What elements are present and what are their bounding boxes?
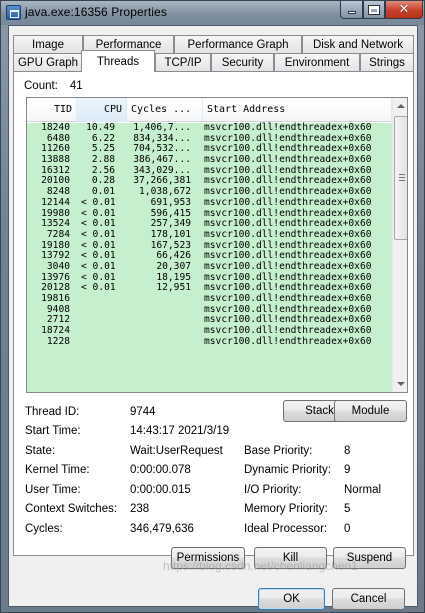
minimize-icon — [347, 11, 356, 14]
kernel-time-value: 0:00:00.078 — [130, 464, 191, 476]
tab-tcpip[interactable]: TCP/IP — [155, 53, 211, 71]
cycles-value: 346,479,636 — [130, 523, 194, 535]
thread-count: Count: 41 — [24, 80, 83, 92]
tab-disk-and-network[interactable]: Disk and Network — [302, 35, 414, 53]
ok-button[interactable]: OK — [258, 588, 325, 610]
scroll-down-button[interactable] — [393, 376, 407, 392]
threads-listview[interactable]: TID CPU Cycles ... Start Address 18240 10… — [26, 97, 408, 393]
memory-priority-value: 5 — [344, 503, 351, 515]
state-label: State: — [25, 445, 56, 457]
close-button[interactable]: ✕ — [385, 1, 423, 19]
start-time-label: Start Time: — [25, 425, 81, 437]
table-row[interactable]: 12144 < 0.01 691,953 msvcr100.dll!endthread… — [27, 196, 392, 209]
tid-cell: 12144 — [41, 196, 70, 208]
start-address-cell: msvcr100.dll!endthreadex+0x60 — [204, 228, 372, 240]
base-priority-label: Base Priority: — [244, 445, 313, 457]
tid-cell: 7284 — [46, 228, 70, 240]
base-priority-value: 8 — [344, 445, 351, 457]
cycles-cell: 178,101 — [150, 228, 191, 240]
column-header-tid[interactable]: TID — [27, 98, 77, 122]
cpu-cell: < 0.01 — [81, 282, 116, 294]
listview-rows: 18240 10.49 1,406,7... msvcr100.dll!endthre… — [27, 122, 392, 392]
start-time-value: 14:43:17 2021/3/19 — [130, 425, 230, 437]
count-value: 41 — [69, 80, 83, 92]
minimize-button[interactable] — [340, 1, 363, 19]
thumb-grip-icon — [399, 174, 405, 175]
user-time-value: 0:00:00.015 — [130, 484, 191, 496]
table-row[interactable]: 7284 < 0.01 178,101 msvcr100.dll!endthreade… — [27, 228, 392, 241]
tab-image[interactable]: Image — [13, 35, 83, 53]
column-header-cpu[interactable]: CPU — [77, 98, 127, 122]
window-app-icon — [6, 5, 21, 20]
tab-performance-graph[interactable]: Performance Graph — [174, 35, 302, 53]
tab-security[interactable]: Security — [211, 53, 274, 71]
maximize-icon — [368, 4, 380, 15]
io-priority-value: Normal — [344, 484, 382, 496]
column-header-cycles[interactable]: Cycles ... — [127, 98, 203, 122]
cpu-cell: < 0.01 — [81, 196, 116, 208]
window-title: java.exe:16356 Properties — [25, 5, 167, 19]
start-address-cell: msvcr100.dll!endthreadex+0x60 — [204, 196, 372, 208]
cycles-cell: 691,953 — [150, 196, 191, 208]
scroll-down-icon — [397, 382, 405, 386]
scroll-up-button[interactable] — [393, 98, 407, 114]
io-priority-label: I/O Priority: — [244, 484, 302, 496]
ideal-processor-value: 0 — [344, 523, 351, 535]
title-bar[interactable]: java.exe:16356 Properties ✕ — [1, 1, 424, 25]
kernel-time-label: Kernel Time: — [25, 464, 90, 476]
threads-tab-panel: Count: 41 TID CPU Cycles ... Start Addres… — [13, 71, 414, 556]
tid-cell: 1228 — [46, 335, 70, 347]
cancel-button[interactable]: Cancel — [332, 588, 405, 610]
module-button[interactable]: Module — [334, 400, 407, 422]
vertical-scrollbar[interactable] — [392, 98, 407, 392]
thumb-grip-line — [399, 180, 405, 181]
scroll-up-icon — [397, 104, 405, 108]
memory-priority-label: Memory Priority: — [244, 503, 328, 515]
thumb-grip-line — [399, 177, 405, 178]
column-header-cpu-label: CPU — [103, 104, 122, 115]
table-row[interactable]: 1228 msvcr100.dll!endthreadex+0x60 — [27, 335, 392, 348]
dynamic-priority-value: 9 — [344, 464, 351, 476]
tab-environment[interactable]: Environment — [274, 53, 360, 71]
tab-threads[interactable]: Threads — [81, 50, 155, 72]
cycles-label: Cycles: — [25, 523, 63, 535]
tab-gpu-graph[interactable]: GPU Graph — [13, 53, 83, 71]
scroll-thumb[interactable] — [394, 116, 407, 240]
dynamic-priority-label: Dynamic Priority: — [244, 464, 331, 476]
close-icon: ✕ — [398, 2, 410, 17]
count-label: Count: — [24, 80, 58, 92]
column-header-start-address[interactable]: Start Address — [203, 98, 392, 122]
user-time-label: User Time: — [25, 484, 81, 496]
dialog-client-area: Image Performance Performance Graph Disk… — [8, 25, 418, 610]
cycles-cell: 12,951 — [156, 282, 191, 294]
context-switches-label: Context Switches: — [25, 503, 118, 515]
maximize-button[interactable] — [363, 1, 385, 19]
context-switches-value: 238 — [130, 503, 150, 515]
start-address-cell: msvcr100.dll!endthreadex+0x60 — [204, 335, 372, 347]
ideal-processor-label: Ideal Processor: — [244, 523, 328, 535]
listview-header: TID CPU Cycles ... Start Address — [27, 98, 392, 122]
cpu-cell: < 0.01 — [81, 228, 116, 240]
state-value: Wait:UserRequest — [130, 445, 223, 457]
properties-window: java.exe:16356 Properties ✕ Image Perfor… — [0, 0, 425, 613]
tab-strings[interactable]: Strings — [360, 53, 414, 71]
thread-id-value: 9744 — [130, 406, 156, 418]
watermark-text: https://blog.csdn.net/chenliangchen1 — [163, 559, 358, 573]
thread-id-label: Thread ID: — [25, 406, 80, 418]
